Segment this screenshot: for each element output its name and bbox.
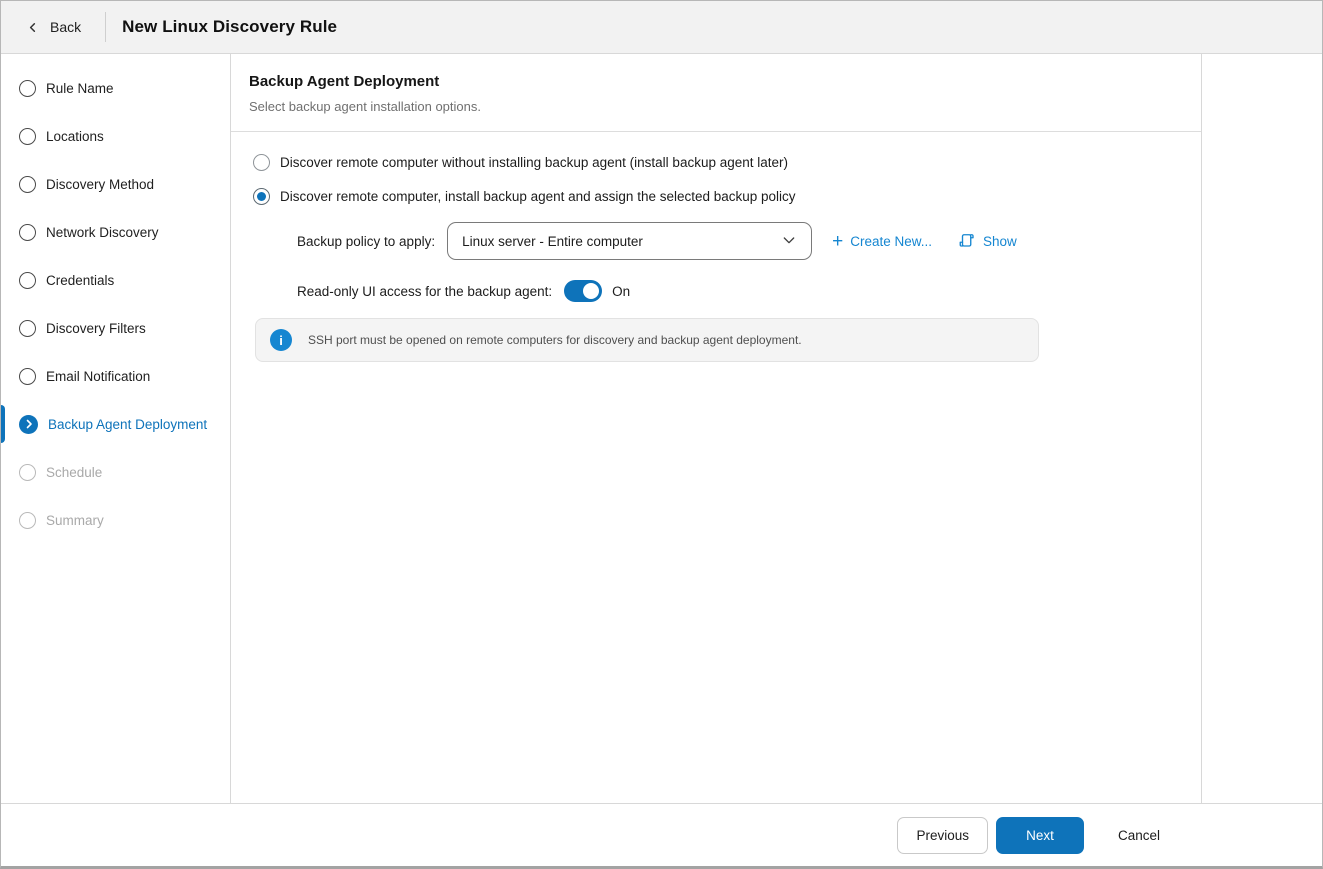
readonly-access-row: Read-only UI access for the backup agent… (297, 280, 1181, 302)
wizard-window: Back New Linux Discovery Rule Rule Name L… (0, 0, 1323, 869)
chevron-left-icon (25, 20, 40, 35)
step-circle-icon (19, 512, 36, 529)
step-circle-icon (19, 128, 36, 145)
create-new-policy-link[interactable]: + Create New... (832, 232, 932, 251)
info-icon: i (270, 329, 292, 351)
sidebar-item-discovery-filters[interactable]: Discovery Filters (1, 304, 230, 352)
sidebar-item-discovery-method[interactable]: Discovery Method (1, 160, 230, 208)
step-circle-icon (19, 224, 36, 241)
radio-option-discover-install-agent[interactable]: Discover remote computer, install backup… (253, 188, 1181, 205)
sidebar-item-credentials[interactable]: Credentials (1, 256, 230, 304)
body: Rule Name Locations Discovery Method Networ… (1, 54, 1322, 803)
readonly-access-label: Read-only UI access for the backup agent… (297, 284, 552, 299)
sidebar-item-label: Locations (46, 129, 104, 144)
sidebar-item-network-discovery[interactable]: Network Discovery (1, 208, 230, 256)
step-circle-icon (19, 80, 36, 97)
sidebar-item-label: Network Discovery (46, 225, 159, 240)
sidebar-item-label: Backup Agent Deployment (48, 417, 207, 432)
sidebar-item-label: Summary (46, 513, 104, 528)
wizard-steps-sidebar: Rule Name Locations Discovery Method Networ… (1, 54, 231, 803)
step-circle-icon (19, 320, 36, 337)
show-label: Show (983, 234, 1017, 249)
sidebar-item-label: Rule Name (46, 81, 114, 96)
active-step-indicator (1, 405, 5, 443)
radio-option-label: Discover remote computer without install… (280, 155, 788, 170)
radio-option-discover-without-agent[interactable]: Discover remote computer without install… (253, 154, 1181, 171)
sidebar-item-summary: Summary (1, 496, 230, 544)
next-button[interactable]: Next (996, 817, 1084, 854)
create-new-label: Create New... (850, 234, 932, 249)
radio-unselected-icon (253, 154, 270, 171)
step-title: Backup Agent Deployment (249, 73, 1181, 90)
info-banner-text: SSH port must be opened on remote comput… (308, 333, 802, 347)
backup-policy-select[interactable]: Linux server - Entire computer (447, 222, 812, 260)
plus-icon: + (832, 232, 843, 251)
right-gutter (1202, 54, 1322, 803)
step-circle-icon (19, 464, 36, 481)
sidebar-item-label: Discovery Filters (46, 321, 146, 336)
previous-button[interactable]: Previous (897, 817, 988, 854)
footer: Previous Next Cancel (1, 803, 1322, 866)
backup-policy-row: Backup policy to apply: Linux server - E… (297, 222, 1181, 260)
step-subtitle: Select backup agent installation options… (249, 99, 1181, 131)
step-chevron-right-icon (19, 415, 38, 434)
scroll-icon (958, 231, 976, 252)
radio-option-label: Discover remote computer, install backup… (280, 189, 796, 204)
step-circle-icon (19, 272, 36, 289)
backup-policy-label: Backup policy to apply: (297, 234, 435, 249)
cancel-button[interactable]: Cancel (1100, 817, 1178, 854)
radio-selected-icon (253, 188, 270, 205)
content-panel: Backup Agent Deployment Select backup ag… (231, 54, 1202, 803)
readonly-access-toggle[interactable] (564, 280, 602, 302)
backup-policy-selected-value: Linux server - Entire computer (462, 234, 643, 249)
step-circle-icon (19, 176, 36, 193)
header-divider (105, 12, 106, 42)
back-label: Back (50, 19, 81, 35)
sidebar-item-label: Schedule (46, 465, 102, 480)
back-button[interactable]: Back (25, 19, 81, 35)
info-banner: i SSH port must be opened on remote comp… (255, 318, 1039, 362)
sidebar-item-label: Credentials (46, 273, 114, 288)
content-body: Discover remote computer without install… (231, 132, 1201, 362)
sidebar-item-label: Email Notification (46, 369, 150, 384)
content-header: Backup Agent Deployment Select backup ag… (231, 54, 1201, 131)
sidebar-item-email-notification[interactable]: Email Notification (1, 352, 230, 400)
sidebar-item-schedule: Schedule (1, 448, 230, 496)
show-policy-link[interactable]: Show (958, 231, 1017, 252)
toggle-state-label: On (612, 284, 630, 299)
sidebar-item-label: Discovery Method (46, 177, 154, 192)
page-title: New Linux Discovery Rule (122, 17, 337, 37)
sidebar-item-rule-name[interactable]: Rule Name (1, 64, 230, 112)
step-circle-icon (19, 368, 36, 385)
header: Back New Linux Discovery Rule (1, 1, 1322, 54)
toggle-knob-icon (583, 283, 599, 299)
chevron-down-icon (781, 232, 797, 251)
sidebar-item-locations[interactable]: Locations (1, 112, 230, 160)
sidebar-item-backup-agent-deployment[interactable]: Backup Agent Deployment (1, 400, 230, 448)
